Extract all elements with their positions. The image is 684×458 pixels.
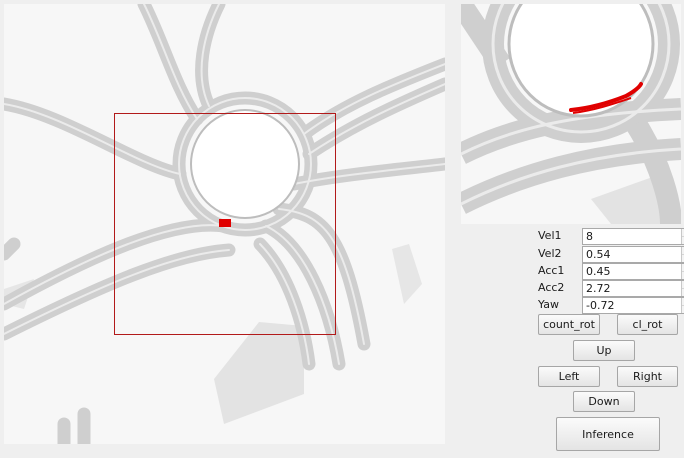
inference-button[interactable]: Inference [556, 417, 660, 451]
vel2-value[interactable]: 0.54 [586, 248, 611, 261]
vel2-spinbox[interactable]: 0.54 ▲ ▼ [582, 246, 684, 263]
cl-rot-button[interactable]: cl_rot [617, 314, 678, 335]
left-button[interactable]: Left [538, 366, 600, 387]
yaw-spinbox[interactable]: -0.72 ▲ ▼ [582, 297, 684, 314]
right-button[interactable]: Right [617, 366, 678, 387]
main-map-view[interactable] [4, 4, 445, 444]
zoom-map-canvas [461, 4, 681, 224]
acc2-value[interactable]: 2.72 [586, 282, 611, 295]
yaw-value[interactable]: -0.72 [586, 299, 614, 312]
param-label-acc1: Acc1 [538, 264, 565, 277]
vel1-spinbox[interactable]: 8 ▲ ▼ [582, 228, 684, 245]
down-button[interactable]: Down [573, 391, 635, 412]
param-label-vel2: Vel2 [538, 247, 562, 260]
count-rot-button[interactable]: count_rot [538, 314, 600, 335]
acc2-spinbox[interactable]: 2.72 ▲ ▼ [582, 280, 684, 297]
param-label-vel1: Vel1 [538, 229, 562, 242]
param-label-yaw: Yaw [538, 298, 559, 311]
vel1-value[interactable]: 8 [586, 230, 593, 243]
acc1-spinbox[interactable]: 0.45 ▲ ▼ [582, 263, 684, 280]
acc1-value[interactable]: 0.45 [586, 265, 611, 278]
up-button[interactable]: Up [573, 340, 635, 361]
zoom-map-view [461, 4, 681, 224]
param-label-acc2: Acc2 [538, 281, 565, 294]
vehicle-marker [219, 219, 231, 227]
main-map-canvas [4, 4, 445, 444]
